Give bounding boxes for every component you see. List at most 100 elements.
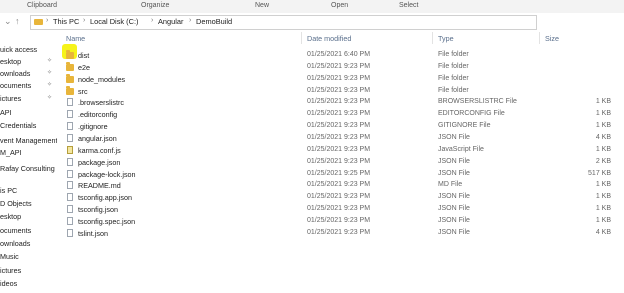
- nav-item[interactable]: ictures: [0, 265, 57, 277]
- table-row[interactable]: angular.json 01/25/2021 9:23 PM JSON File 4…: [58, 133, 618, 145]
- file-size: 1 KB: [595, 193, 611, 201]
- file-icon: [67, 193, 73, 202]
- file-icon: [67, 228, 73, 237]
- nav-item[interactable]: ocuments ✧: [0, 80, 57, 92]
- column-header-date-modified[interactable]: Date modified: [307, 34, 351, 43]
- recent-locations-chevron-icon[interactable]: ⌄: [4, 16, 12, 26]
- pin-icon[interactable]: ✧: [47, 81, 52, 88]
- file-size: 517 KB: [588, 169, 611, 177]
- nav-item[interactable]: M_API: [0, 147, 57, 159]
- table-row[interactable]: tsconfig.spec.json 01/25/2021 9:23 PM JSON…: [58, 216, 618, 228]
- file-size: 1 KB: [595, 205, 611, 213]
- nav-item[interactable]: D Objects: [0, 198, 57, 210]
- nav-item[interactable]: Credentials: [0, 120, 57, 132]
- nav-item[interactable]: esktop ✧: [0, 56, 57, 68]
- ribbon-group-labels: Clipboard Organize New Open Select: [0, 0, 624, 14]
- breadcrumb-this-pc[interactable]: This PC: [53, 17, 79, 26]
- file-name: tsconfig.spec.json: [78, 216, 136, 226]
- table-row[interactable]: .browserslistrc 01/25/2021 9:23 PM BROWSER…: [58, 97, 618, 109]
- file-name: package.json: [78, 157, 121, 167]
- chevron-right-icon[interactable]: ›: [189, 17, 191, 24]
- nav-item[interactable]: uick access: [0, 44, 57, 56]
- pin-icon[interactable]: ✧: [47, 69, 52, 76]
- column-header-type[interactable]: Type: [438, 34, 454, 43]
- table-row[interactable]: tsconfig.app.json 01/25/2021 9:23 PM JSON …: [58, 192, 618, 204]
- nav-item-label: esktop: [0, 212, 22, 221]
- file-type: GITIGNORE File: [438, 122, 491, 130]
- up-arrow-icon[interactable]: ↑: [15, 16, 20, 26]
- file-size: 4 KB: [595, 228, 611, 236]
- table-row[interactable]: tsconfig.json 01/25/2021 9:23 PM JSON File…: [58, 204, 618, 216]
- file-size: 1 KB: [595, 98, 611, 106]
- column-header-size[interactable]: Size: [545, 34, 559, 43]
- chevron-right-icon[interactable]: ›: [46, 17, 48, 24]
- column-divider[interactable]: [432, 32, 433, 44]
- nav-item[interactable]: ocuments: [0, 225, 57, 237]
- chevron-right-icon[interactable]: ›: [151, 17, 153, 24]
- table-row[interactable]: node_modules 01/25/2021 9:23 PM File folde…: [58, 73, 618, 86]
- nav-item[interactable]: API: [0, 107, 57, 119]
- table-row[interactable]: .editorconfig 01/25/2021 9:23 PM EDITORCON…: [58, 109, 618, 121]
- ribbon-label-open: Open: [331, 2, 349, 9]
- file-type: File folder: [438, 62, 469, 70]
- nav-item[interactable]: esktop: [0, 211, 57, 223]
- pin-icon[interactable]: ✧: [47, 57, 52, 64]
- file-name: karma.conf.js: [78, 145, 121, 155]
- table-row[interactable]: dist 01/25/2021 6:40 PM File folder: [58, 50, 618, 62]
- ribbon-label-clipboard: Clipboard: [27, 2, 57, 9]
- nav-item-label: ownloads: [0, 69, 31, 78]
- chevron-right-icon[interactable]: ›: [83, 17, 85, 24]
- breadcrumb-local-disk[interactable]: Local Disk (C:): [90, 17, 138, 26]
- nav-item[interactable]: ictures ✧: [0, 93, 57, 105]
- nav-item[interactable]: vent Management: [0, 135, 57, 147]
- file-icon: [67, 181, 73, 190]
- nav-item-label: ictures: [0, 94, 22, 103]
- file-date-modified: 01/25/2021 9:23 PM: [307, 74, 371, 82]
- file-size: 1 KB: [595, 110, 611, 118]
- nav-item-label: ideos: [0, 279, 18, 288]
- pin-icon[interactable]: ✧: [47, 94, 52, 101]
- file-type: JSON File: [438, 228, 470, 236]
- file-name: node_modules: [78, 74, 126, 84]
- nav-item-label: Music: [0, 252, 19, 261]
- file-icon: [67, 98, 73, 107]
- column-divider[interactable]: [539, 32, 540, 44]
- table-row[interactable]: src 01/25/2021 9:23 PM File folder: [58, 85, 618, 98]
- file-type: EDITORCONFIG File: [438, 110, 505, 118]
- table-row[interactable]: .gitignore 01/25/2021 9:23 PM GITIGNORE Fi…: [58, 121, 618, 133]
- breadcrumb-demobuild[interactable]: DemoBuild: [196, 17, 232, 26]
- nav-item-label: Rafay Consulting: [0, 164, 55, 173]
- nav-item[interactable]: ownloads ✧: [0, 68, 57, 80]
- file-size: 1 KB: [595, 181, 611, 189]
- file-type: JavaScript File: [438, 145, 484, 153]
- column-divider[interactable]: [301, 32, 302, 44]
- file-date-modified: 01/25/2021 9:23 PM: [307, 62, 371, 70]
- folder-icon: [34, 19, 43, 25]
- file-icon: [67, 122, 73, 131]
- nav-item[interactable]: Rafay Consulting: [0, 163, 57, 175]
- file-date-modified: 01/25/2021 9:23 PM: [307, 157, 371, 165]
- address-bar[interactable]: › This PC › Local Disk (C:) › Angular › …: [30, 15, 537, 30]
- nav-item-label: ictures: [0, 266, 22, 275]
- nav-item[interactable]: ownloads: [0, 238, 57, 250]
- table-row[interactable]: package.json 01/25/2021 9:23 PM JSON File 2…: [58, 157, 618, 169]
- column-header-name[interactable]: Name: [66, 34, 85, 43]
- table-row[interactable]: package-lock.json 01/25/2021 9:25 PM JSON …: [58, 169, 618, 181]
- ribbon-label-organize: Organize: [141, 2, 170, 9]
- nav-item-label: ocuments: [0, 226, 32, 235]
- table-row[interactable]: e2e 01/25/2021 9:23 PM File folder: [58, 61, 618, 74]
- nav-item[interactable]: ideos: [0, 278, 57, 290]
- file-type: JSON File: [438, 133, 470, 141]
- file-name: dist: [78, 51, 90, 60]
- nav-item[interactable]: is PC: [0, 185, 57, 197]
- file-type: JSON File: [438, 193, 470, 201]
- nav-item[interactable]: Music: [0, 251, 57, 263]
- breadcrumb-angular[interactable]: Angular: [158, 17, 183, 26]
- table-row[interactable]: tslint.json 01/25/2021 9:23 PM JSON File 4 …: [58, 228, 618, 240]
- file-name: tsconfig.json: [78, 205, 118, 215]
- file-date-modified: 01/25/2021 9:23 PM: [307, 193, 371, 201]
- table-row[interactable]: README.md 01/25/2021 9:23 PM MD File 1 KB: [58, 180, 618, 192]
- file-name: angular.json: [78, 133, 117, 143]
- table-row[interactable]: karma.conf.js 01/25/2021 9:23 PM JavaScrip…: [58, 145, 618, 157]
- file-date-modified: 01/25/2021 9:25 PM: [307, 169, 371, 177]
